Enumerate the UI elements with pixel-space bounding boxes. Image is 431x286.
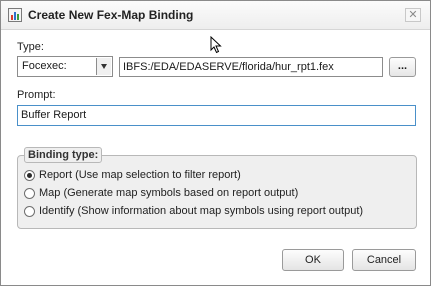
radio-label-report[interactable]: Report (Use map selection to filter repo… xyxy=(39,169,241,181)
browse-button[interactable]: ... xyxy=(389,57,416,77)
app-chart-icon xyxy=(8,8,22,22)
close-button[interactable]: ✕ xyxy=(405,8,421,22)
prompt-label: Prompt: xyxy=(17,89,56,101)
type-select-value: Focexec: xyxy=(22,60,67,72)
title-bar[interactable]: Create New Fex-Map Binding ✕ xyxy=(1,1,430,30)
radio-label-identify[interactable]: Identify (Show information about map sym… xyxy=(39,205,363,217)
binding-type-legend: Binding type: xyxy=(24,147,103,163)
radio-button-report[interactable] xyxy=(24,170,35,181)
mouse-pointer-icon xyxy=(210,36,222,54)
fex-map-binding-dialog: Create New Fex-Map Binding ✕ Type: Focex… xyxy=(0,0,431,286)
fex-path-field[interactable]: IBFS:/EDA/EDASERVE/florida/hur_rpt1.fex xyxy=(119,57,383,77)
dialog-title: Create New Fex-Map Binding xyxy=(28,8,194,22)
cancel-button[interactable]: Cancel xyxy=(352,249,416,271)
ok-button[interactable]: OK xyxy=(282,249,344,271)
radio-button-map[interactable] xyxy=(24,188,35,199)
chevron-down-icon[interactable] xyxy=(96,58,111,75)
type-label: Type: xyxy=(17,41,44,53)
radio-button-identify[interactable] xyxy=(24,206,35,217)
type-select[interactable]: Focexec: xyxy=(17,56,113,77)
close-icon: ✕ xyxy=(408,9,418,21)
radio-label-map[interactable]: Map (Generate map symbols based on repor… xyxy=(39,187,298,199)
prompt-field[interactable]: Buffer Report xyxy=(17,105,416,126)
